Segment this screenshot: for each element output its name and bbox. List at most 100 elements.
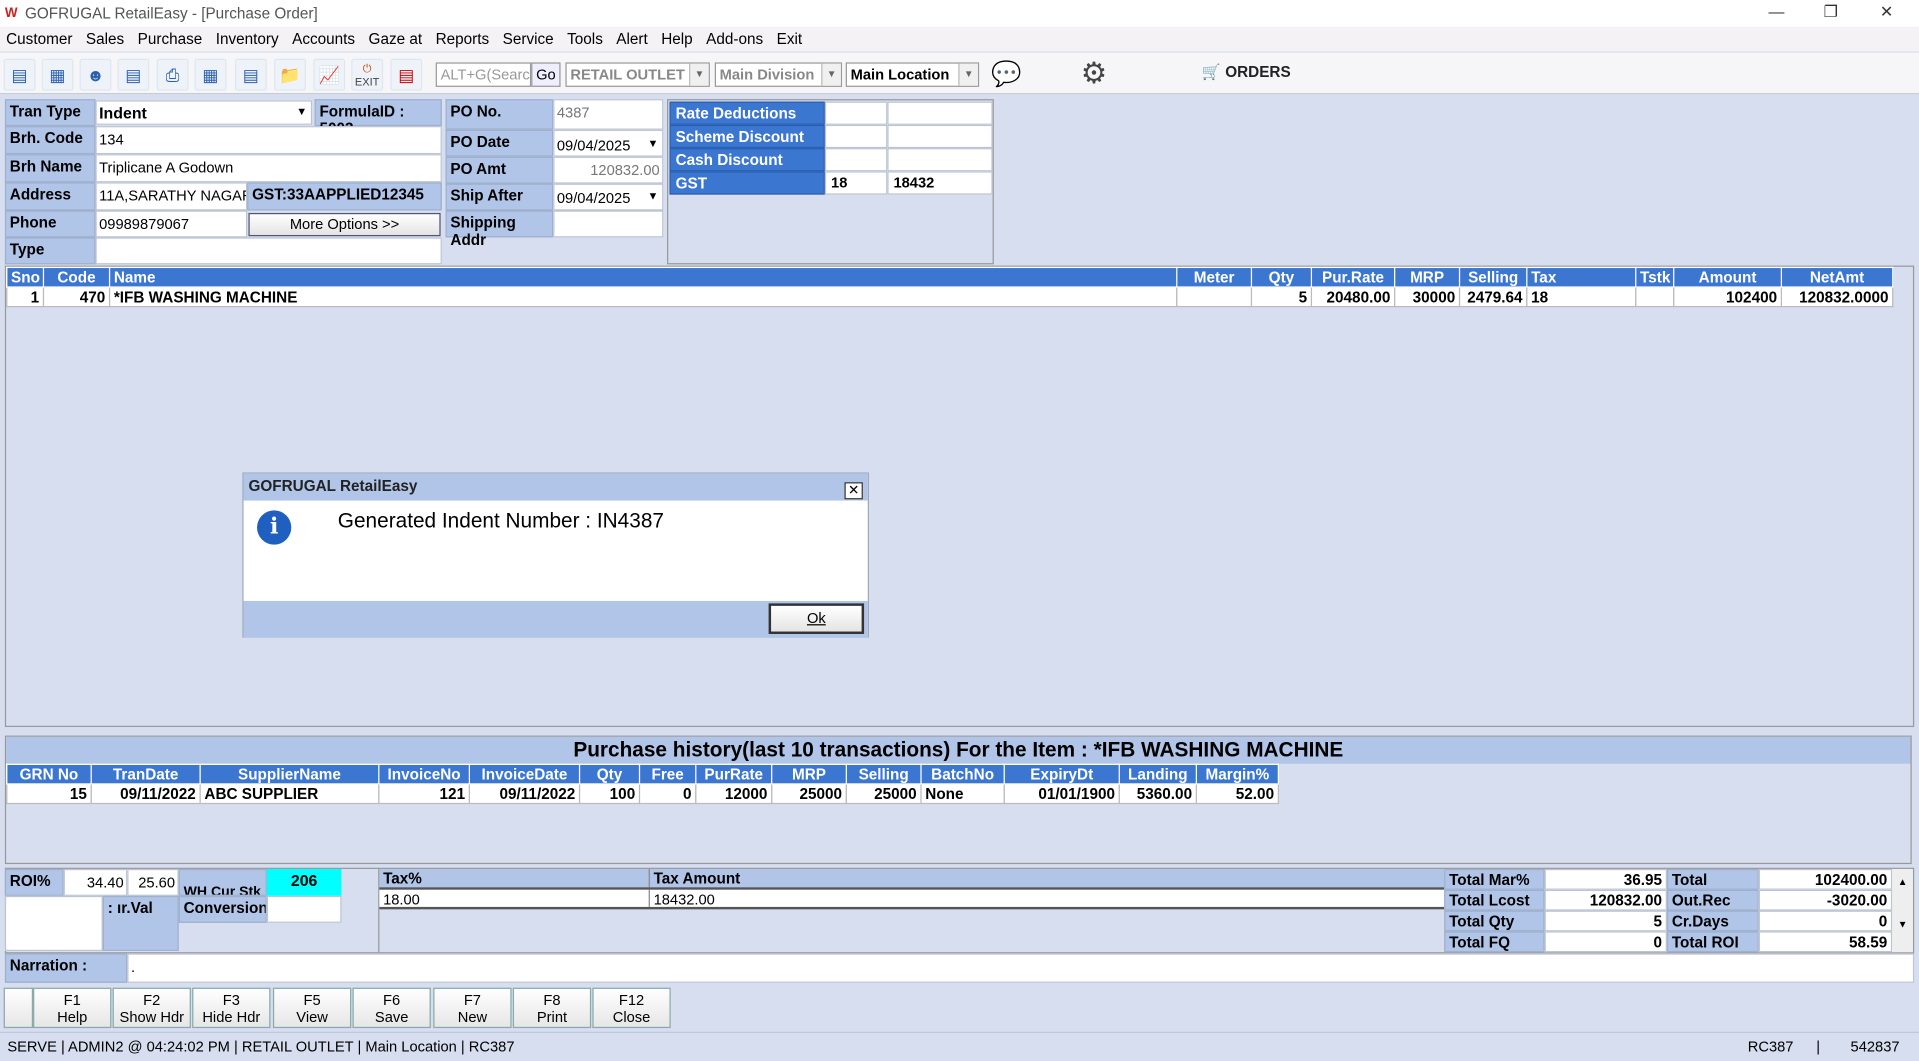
outlet-select[interactable]: RETAIL OUTLET ▼ [565, 62, 710, 87]
shipping-addr-field[interactable] [553, 210, 664, 238]
table-row[interactable]: 1 470 *IFB WASHING MACHINE 5 20480.00 30000 24… [6, 286, 1894, 308]
column-header-name[interactable]: Name [108, 266, 1178, 288]
column-header-landing[interactable]: Landing [1118, 763, 1197, 785]
ship-after-picker[interactable]: 09/04/2025 ▼ [553, 183, 664, 211]
deduction-percent[interactable]: 18 [824, 171, 888, 195]
column-header-qty[interactable]: Qty [1250, 266, 1313, 288]
column-header-amount[interactable]: Amount [1673, 266, 1782, 288]
close-window-button[interactable]: ✕ [1880, 2, 1893, 22]
phone-field[interactable]: 09989879067 [95, 210, 248, 238]
status-code: RC387 [1747, 1037, 1794, 1056]
division-select[interactable]: Main Division ▼ [714, 62, 843, 87]
folder-icon[interactable]: 📁 [274, 58, 306, 91]
deduction-percent[interactable] [824, 101, 888, 125]
menu-sales[interactable]: Sales [86, 31, 124, 48]
restore-button[interactable]: ❐ [1824, 2, 1838, 22]
document-icon[interactable]: ▤ [3, 58, 36, 91]
cart-document-icon[interactable]: ▦ [41, 58, 74, 91]
menu-alert[interactable]: Alert [616, 31, 647, 48]
narration-field[interactable]: . [127, 953, 1915, 983]
more-options-button[interactable]: More Options >> [248, 212, 441, 237]
brh-name-field[interactable]: Triplicane A Godown [95, 154, 442, 183]
menu-purchase[interactable]: Purchase [138, 31, 203, 48]
column-header-invoicedate[interactable]: InvoiceDate [468, 763, 581, 785]
column-header-meter[interactable]: Meter [1176, 266, 1253, 288]
table-row[interactable]: 15 09/11/2022 ABC SUPPLIER 121 09/11/2022 100… [6, 783, 1279, 805]
fkey-new-button[interactable]: F7 New [433, 987, 512, 1029]
address-field[interactable]: 11A,SARATHY NAGAR [95, 182, 248, 211]
menu-gazeat[interactable]: Gaze at [369, 31, 423, 48]
deduction-amount[interactable] [887, 101, 993, 125]
fkey-help-button[interactable]: F1 Help [33, 987, 112, 1029]
column-header-margin[interactable]: Margin% [1195, 763, 1279, 785]
tran-type-select[interactable]: Indent ▼ [95, 100, 313, 125]
gear-icon[interactable]: ⚙ [1081, 56, 1107, 91]
brh-code-field[interactable]: 134 [95, 126, 442, 155]
column-header-netamt[interactable]: NetAmt [1780, 266, 1894, 288]
column-header-batchno[interactable]: BatchNo [920, 763, 1005, 785]
menu-tools[interactable]: Tools [567, 31, 603, 48]
dialog-close-button[interactable]: ✕ [844, 482, 863, 500]
barcode-icon[interactable]: ▤ [117, 58, 150, 91]
conversion-field[interactable] [266, 895, 342, 923]
menu-addons[interactable]: Add-ons [706, 31, 763, 48]
chart-icon[interactable]: 📈 [313, 58, 346, 91]
graph-report-icon[interactable]: ▤ [390, 58, 423, 91]
deduction-amount[interactable]: 18432 [887, 171, 993, 195]
report-icon[interactable]: ▦ [194, 58, 227, 91]
orders-button[interactable]: 🛒 ORDERS [1202, 64, 1291, 82]
menu-service[interactable]: Service [503, 31, 554, 48]
minimize-button[interactable]: — [1769, 2, 1785, 20]
location-select[interactable]: Main Location ▼ [845, 62, 980, 87]
column-header-expirydt[interactable]: ExpiryDt [1003, 763, 1120, 785]
column-header-free[interactable]: Free [638, 763, 697, 785]
column-header-trandate[interactable]: TranDate [90, 763, 201, 785]
deduction-percent[interactable] [824, 148, 888, 172]
column-header-qty[interactable]: Qty [578, 763, 641, 785]
column-header-sno[interactable]: Sno [6, 266, 45, 288]
shipping-addr-label: Shipping Addr [445, 210, 554, 248]
totals-scrollbar[interactable]: ▲ ▼ [1892, 868, 1913, 953]
fkey-print-button[interactable]: F8 Print [512, 987, 592, 1029]
column-header-code[interactable]: Code [42, 266, 111, 288]
menu-accounts[interactable]: Accounts [292, 31, 355, 48]
column-header-grnno[interactable]: GRN No [6, 763, 92, 785]
po-date-picker[interactable]: 09/04/2025 ▼ [553, 129, 664, 157]
column-header-selling[interactable]: Selling [845, 763, 922, 785]
column-header-mrp[interactable]: MRP [771, 763, 847, 785]
menu-reports[interactable]: Reports [436, 31, 490, 48]
column-header-purrate[interactable]: Pur.Rate [1310, 266, 1396, 288]
purchase-history-panel: Purchase history(last 10 transactions) F… [4, 735, 1912, 865]
ok-button[interactable]: Ok [768, 603, 865, 634]
column-header-invoiceno[interactable]: InvoiceNo [378, 763, 470, 785]
users-icon[interactable]: ☻ [79, 58, 112, 91]
fkey-view-button[interactable]: F5 View [272, 987, 352, 1029]
column-header-suppliername[interactable]: SupplierName [199, 763, 380, 785]
go-button[interactable]: Go [531, 62, 561, 87]
deduction-amount[interactable] [887, 148, 993, 172]
column-header-tstk[interactable]: Tstk [1635, 266, 1675, 288]
printer-icon[interactable]: ⎙ [156, 58, 189, 91]
fkey-show-hdr-button[interactable]: F2 Show Hdr [112, 987, 191, 1029]
deduction-percent[interactable] [824, 124, 888, 149]
exit-button[interactable]: ⏻ EXIT [351, 58, 384, 91]
chat-icon[interactable]: 💬 [991, 59, 1021, 90]
column-header-selling[interactable]: Selling [1458, 266, 1528, 288]
column-header-purrate[interactable]: PurRate [695, 763, 773, 785]
purchase-icon[interactable]: ▤ [234, 58, 267, 91]
fkey-save-button[interactable]: F6 Save [352, 987, 431, 1029]
menu-help[interactable]: Help [661, 31, 692, 48]
search-input[interactable]: ALT+G(Search [435, 62, 538, 87]
table-cell: 120832.0000 [1780, 286, 1894, 308]
fkey-close-button[interactable]: F12 Close [592, 987, 671, 1029]
type-field[interactable] [95, 237, 442, 265]
menu-customer[interactable]: Customer [6, 31, 72, 48]
column-header-tax[interactable]: Tax [1526, 266, 1637, 288]
fkey-hide-hdr-button[interactable]: F3 Hide Hdr [192, 987, 271, 1029]
deduction-amount[interactable] [887, 124, 993, 149]
column-header-mrp[interactable]: MRP [1394, 266, 1461, 288]
division-value: Main Division [719, 66, 815, 84]
menu-exit[interactable]: Exit [777, 31, 803, 48]
menu-inventory[interactable]: Inventory [216, 31, 279, 48]
table-cell: *IFB WASHING MACHINE [108, 286, 1178, 308]
